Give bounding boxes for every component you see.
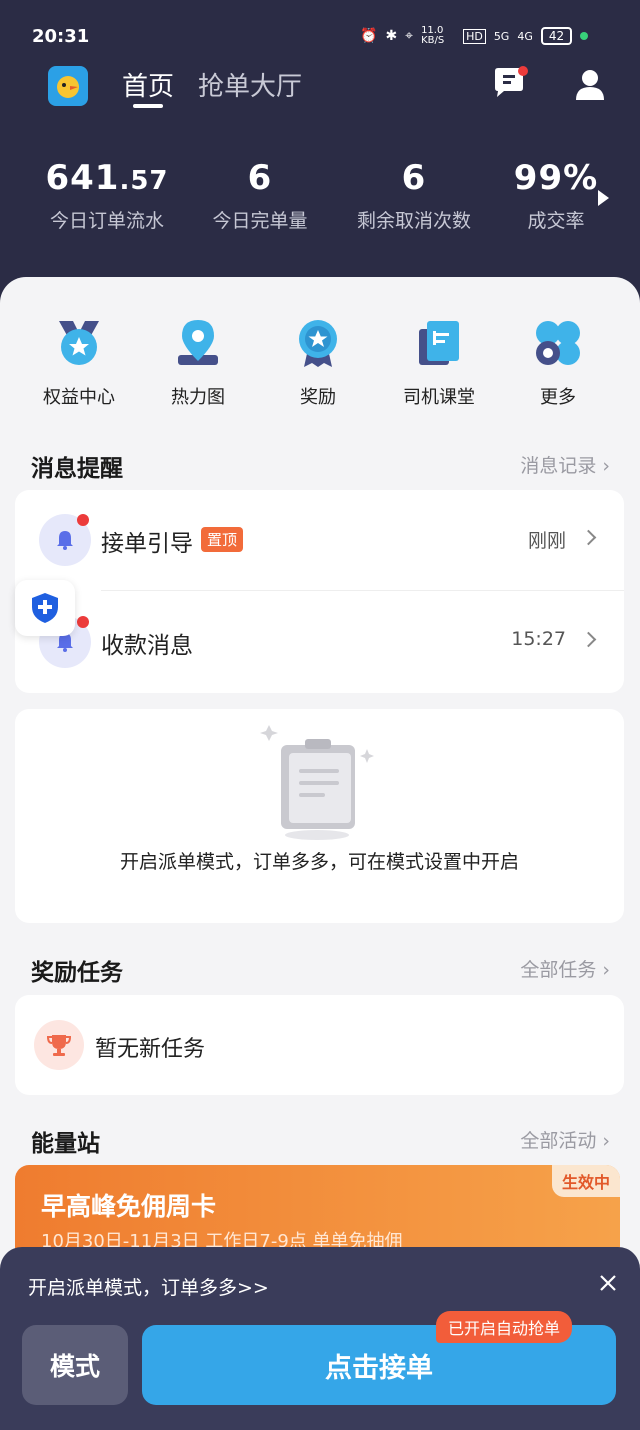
- quick-label: 热力图: [171, 387, 225, 408]
- stat-value: 641: [45, 158, 120, 198]
- dispatch-hint-card[interactable]: 开启派单模式，订单多多，可在模式设置中开启: [15, 709, 624, 923]
- message-row-guide[interactable]: 接单引导 置顶 刚刚: [15, 490, 624, 590]
- close-icon[interactable]: [598, 1273, 618, 1293]
- no-tasks-text: 暂无新任务: [95, 1037, 206, 1062]
- quick-label: 司机课堂: [403, 387, 475, 408]
- quick-label: 更多: [540, 387, 576, 408]
- stat-success-rate[interactable]: 99% 成交率: [506, 158, 606, 233]
- top-bar: 首页 抢单大厅: [0, 58, 640, 118]
- shield-plus-icon: [32, 593, 58, 623]
- hd-icon: HD: [463, 28, 486, 44]
- message-title: 收款消息: [101, 633, 193, 659]
- messages-title: 消息提醒: [31, 456, 123, 482]
- stat-value: 6: [247, 158, 273, 198]
- quick-benefits[interactable]: 权益中心: [29, 317, 129, 409]
- stat-value: 6: [401, 158, 427, 198]
- chevron-right-icon: ›: [602, 1130, 610, 1152]
- status-time: 20:31: [32, 26, 90, 47]
- messages-card: 接单引导 置顶 刚刚 收款消息 15:27: [15, 490, 624, 693]
- dispatch-mode-tip[interactable]: 开启派单模式，订单多多>>: [28, 1273, 269, 1300]
- clipboard-empty-icon: [260, 725, 374, 840]
- unread-dot: [77, 514, 89, 526]
- signal-5g-icon: 5G: [493, 29, 510, 43]
- auto-grab-badge: 已开启自动抢单: [436, 1311, 573, 1343]
- stats-row: 641.57 今日订单流水 6 今日完单量 6 剩余取消次数 99% 成交率: [0, 158, 640, 248]
- stat-completed-orders[interactable]: 6 今日完单量: [205, 158, 315, 233]
- user-icon[interactable]: [572, 66, 608, 102]
- quick-label: 奖励: [300, 387, 336, 408]
- bottom-panel: 开启派单模式，订单多多>> 模式 点击接单 已开启自动抢单: [0, 1247, 640, 1430]
- tab-active-indicator: [133, 104, 163, 108]
- app-logo-icon[interactable]: [48, 66, 88, 106]
- badge-star-icon: [53, 317, 105, 369]
- all-activities-label: 全部活动: [520, 1130, 597, 1152]
- promo-title: 早高峰免佣周卡: [41, 1192, 217, 1221]
- quick-driver-class[interactable]: 司机课堂: [389, 317, 489, 409]
- promo-active-badge: 生效中: [551, 1165, 620, 1197]
- tab-order-hall[interactable]: 抢单大厅: [198, 66, 302, 103]
- all-activities-link[interactable]: 全部活动 ›: [520, 1126, 610, 1153]
- stat-order-revenue[interactable]: 641.57 今日订单流水: [42, 158, 172, 233]
- map-pin-icon: [172, 317, 224, 369]
- all-tasks-link[interactable]: 全部任务 ›: [520, 955, 610, 982]
- message-title: 接单引导: [101, 531, 193, 557]
- tasks-title: 奖励任务: [31, 960, 123, 986]
- stat-label: 今日订单流水: [49, 210, 164, 232]
- stat-label: 今日完单量: [212, 210, 308, 232]
- dispatch-hint-text: 开启派单模式，订单多多，可在模式设置中开启: [119, 851, 519, 873]
- chevron-right-icon: ›: [602, 455, 610, 477]
- quick-actions: 权益中心 热力图 奖励 司机课堂 更多: [0, 317, 640, 417]
- stat-remaining-cancels[interactable]: 6 剩余取消次数: [349, 158, 479, 233]
- bluetooth-icon: ✱: [385, 28, 398, 44]
- location-icon: ⌖: [405, 28, 414, 44]
- unread-dot: [77, 616, 89, 628]
- quick-heatmap[interactable]: 热力图: [148, 317, 248, 409]
- message-time: 刚刚: [527, 530, 566, 552]
- trophy-icon: [34, 1020, 84, 1070]
- battery-icon: 42: [540, 27, 573, 45]
- net-speed: 11.0 KB/S: [421, 25, 445, 46]
- chevron-right-icon: [580, 529, 597, 546]
- chevron-right-icon: ›: [602, 959, 610, 981]
- more-grid-icon: [532, 317, 584, 369]
- safety-shield-button[interactable]: [15, 580, 75, 636]
- messages-history-link[interactable]: 消息记录 ›: [520, 451, 610, 478]
- divider: [101, 590, 624, 591]
- pinned-badge: 置顶: [201, 527, 244, 552]
- medal-icon: [292, 317, 344, 369]
- stat-label: 剩余取消次数: [356, 210, 471, 232]
- message-icon[interactable]: [492, 66, 528, 100]
- messages-history-label: 消息记录: [520, 455, 597, 477]
- energy-title: 能量站: [31, 1131, 100, 1157]
- status-icons: ⏰ ✱ ⌖ 11.0 KB/S HD 5G 4G 42: [360, 25, 589, 46]
- stat-value-decimal: .57: [119, 166, 169, 196]
- quick-label: 权益中心: [43, 387, 115, 408]
- stats-more-arrow-icon[interactable]: [598, 190, 609, 206]
- mode-button[interactable]: 模式: [22, 1325, 128, 1405]
- signal-4g-icon: 4G: [517, 29, 533, 43]
- message-time: 15:27: [511, 628, 566, 650]
- stat-label: 成交率: [527, 210, 585, 232]
- tasks-card: 暂无新任务: [15, 995, 624, 1095]
- all-tasks-label: 全部任务: [520, 959, 597, 981]
- message-row-payment[interactable]: 收款消息 15:27: [15, 592, 624, 692]
- book-icon: [413, 317, 465, 369]
- privacy-dot-icon: [580, 32, 589, 40]
- alarm-icon: ⏰: [360, 28, 378, 44]
- chevron-right-icon: [580, 631, 597, 648]
- quick-rewards[interactable]: 奖励: [268, 317, 368, 409]
- stat-value: 99%: [513, 158, 599, 198]
- tab-home[interactable]: 首页: [122, 66, 174, 103]
- quick-more[interactable]: 更多: [508, 317, 608, 409]
